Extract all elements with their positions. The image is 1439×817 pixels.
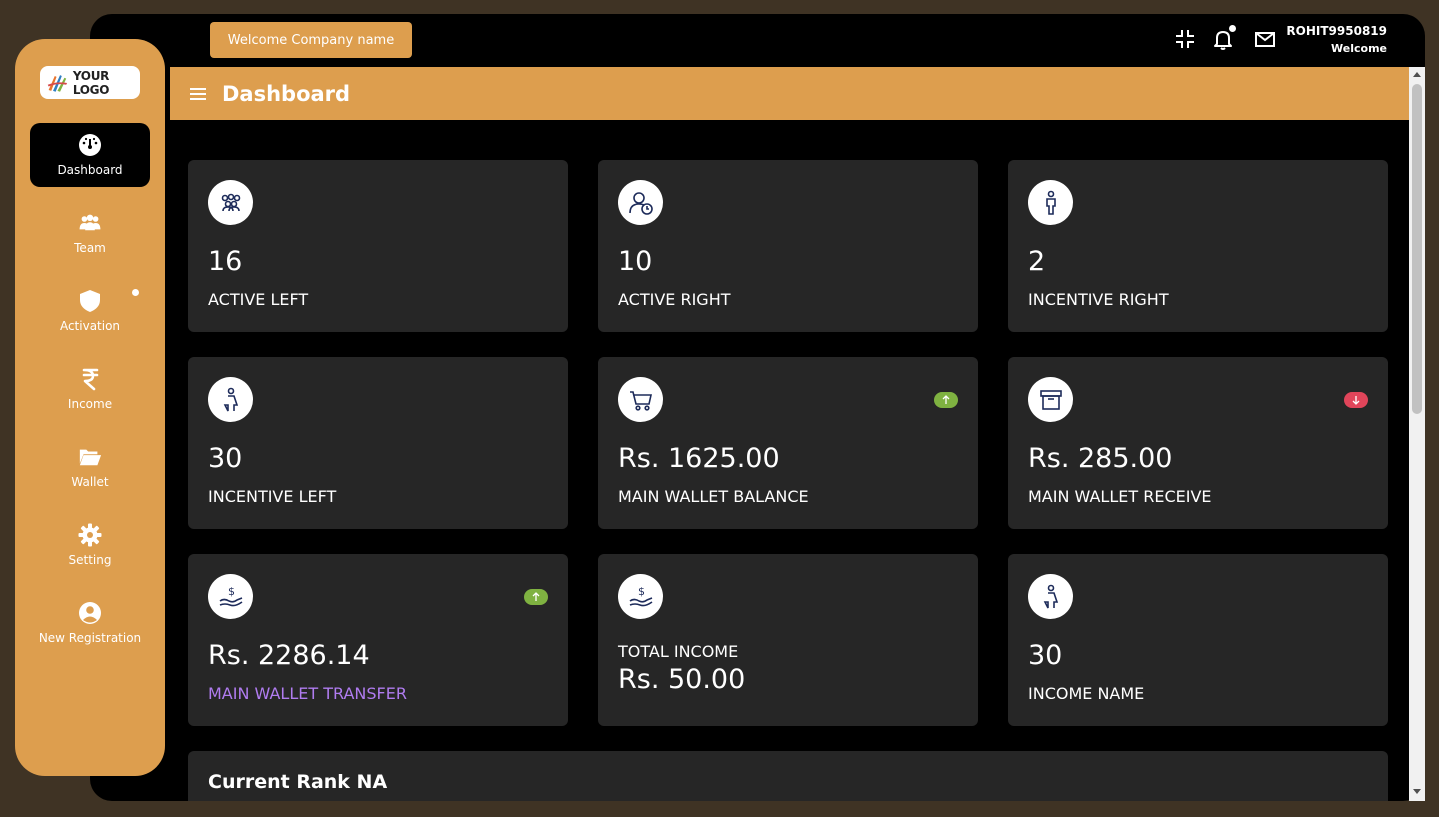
- trend-up-badge: [524, 589, 548, 605]
- card-label: MAIN WALLET BALANCE: [618, 487, 809, 506]
- sidebar-item-label: Team: [74, 241, 106, 255]
- welcome-company-button[interactable]: Welcome Company name: [210, 22, 412, 58]
- cart-icon: [618, 377, 663, 422]
- scroll-down-arrow[interactable]: [1413, 789, 1421, 794]
- logo-mark-icon: [47, 74, 68, 92]
- arrow-down-icon: [1352, 396, 1360, 405]
- card-label: INCENTIVE LEFT: [208, 487, 337, 506]
- card-label: TOTAL INCOME: [618, 642, 739, 661]
- page-background-strip: [90, 801, 1439, 817]
- stat-card-main-wallet-balance[interactable]: Rs. 1625.00 MAIN WALLET BALANCE: [598, 357, 978, 529]
- stat-card-main-wallet-transfer[interactable]: $ Rs. 2286.14 MAIN WALLET TRANSFER: [188, 554, 568, 726]
- card-label: INCENTIVE RIGHT: [1028, 290, 1169, 309]
- sidebar-item-label: Setting: [68, 553, 112, 567]
- sidebar-item-new-registration[interactable]: New Registration: [30, 591, 150, 655]
- sidebar-item-team[interactable]: Team: [30, 201, 150, 265]
- sidebar-item-label: Income: [67, 397, 113, 411]
- card-label: INCOME NAME: [1028, 684, 1145, 703]
- page-title: Dashboard: [222, 81, 351, 106]
- user-circle-icon: [79, 602, 101, 624]
- man-icon: [1028, 180, 1073, 225]
- card-label: MAIN WALLET RECEIVE: [1028, 487, 1212, 506]
- card-value: 10: [618, 246, 653, 277]
- stat-card-active-right[interactable]: 10 ACTIVE RIGHT: [598, 160, 978, 332]
- scrollbar[interactable]: [1409, 67, 1425, 801]
- user-welcome-text: Welcome: [1331, 42, 1387, 55]
- arrow-up-icon: [532, 592, 540, 601]
- card-value: Rs. 1625.00: [618, 443, 780, 474]
- stat-card-incentive-right[interactable]: 2 INCENTIVE RIGHT: [1008, 160, 1388, 332]
- gear-icon: [78, 523, 102, 547]
- rupee-icon: [82, 368, 99, 391]
- arrow-up-icon: [942, 395, 950, 404]
- sidebar-item-activation[interactable]: Activation: [30, 279, 150, 343]
- svg-text:$: $: [638, 585, 645, 598]
- woman-icon: [1028, 574, 1073, 619]
- rank-title: Current Rank NA: [208, 771, 388, 793]
- card-value: Rs. 285.00: [1028, 443, 1173, 474]
- card-value: 30: [208, 443, 243, 474]
- trend-down-badge: [1344, 392, 1368, 408]
- sidebar-item-label: Wallet: [71, 475, 109, 489]
- dashboard-gauge-icon: [79, 134, 101, 156]
- sidebar-item-dashboard[interactable]: Dashboard: [30, 123, 150, 187]
- card-value: Rs. 2286.14: [208, 640, 370, 671]
- user-name[interactable]: ROHIT9950819: [1286, 24, 1387, 38]
- logo[interactable]: YOUR LOGO: [40, 66, 140, 99]
- stat-card-active-left[interactable]: 16 ACTIVE LEFT: [188, 160, 568, 332]
- scroll-up-arrow[interactable]: [1413, 72, 1421, 77]
- mail-icon[interactable]: [1254, 28, 1276, 50]
- sidebar-item-wallet[interactable]: Wallet: [30, 435, 150, 499]
- bell-notification-dot: [1229, 25, 1236, 32]
- sidebar-item-label: Activation: [59, 319, 121, 333]
- card-value: 16: [208, 246, 243, 277]
- stat-card-income-name[interactable]: 30 INCOME NAME: [1008, 554, 1388, 726]
- sidebar: YOUR LOGO Dashboard Team Activation Inco…: [15, 39, 165, 776]
- box-icon: [1028, 377, 1073, 422]
- scroll-thumb[interactable]: [1412, 84, 1422, 414]
- sidebar-item-setting[interactable]: Setting: [30, 513, 150, 577]
- team-icon: [79, 214, 101, 231]
- card-value: 2: [1028, 246, 1046, 277]
- woman-icon: [208, 377, 253, 422]
- stat-card-total-income[interactable]: $ TOTAL INCOME Rs. 50.00: [598, 554, 978, 726]
- shield-icon: [80, 290, 100, 312]
- card-label: ACTIVE LEFT: [208, 290, 309, 309]
- page-header: Dashboard: [170, 67, 1410, 120]
- svg-text:$: $: [228, 585, 235, 598]
- card-label: MAIN WALLET TRANSFER: [208, 684, 407, 703]
- stat-card-main-wallet-receive[interactable]: Rs. 285.00 MAIN WALLET RECEIVE: [1008, 357, 1388, 529]
- card-label: ACTIVE RIGHT: [618, 290, 731, 309]
- compress-icon[interactable]: [1174, 28, 1196, 50]
- hamburger-menu-icon[interactable]: [190, 87, 206, 101]
- sidebar-item-label: Dashboard: [57, 163, 123, 177]
- group-icon: [208, 180, 253, 225]
- sidebar-item-label: New Registration: [38, 631, 142, 645]
- money-hand-icon: $: [618, 574, 663, 619]
- activation-notification-dot: [132, 289, 139, 296]
- trend-up-badge: [934, 392, 958, 408]
- user-clock-icon: [618, 180, 663, 225]
- sidebar-item-income[interactable]: Income: [30, 357, 150, 421]
- card-value: Rs. 50.00: [618, 664, 746, 695]
- money-hand-icon: $: [208, 574, 253, 619]
- folder-open-icon: [79, 449, 102, 466]
- card-value: 30: [1028, 640, 1063, 671]
- stat-card-incentive-left[interactable]: 30 INCENTIVE LEFT: [188, 357, 568, 529]
- logo-text: YOUR LOGO: [72, 68, 110, 97]
